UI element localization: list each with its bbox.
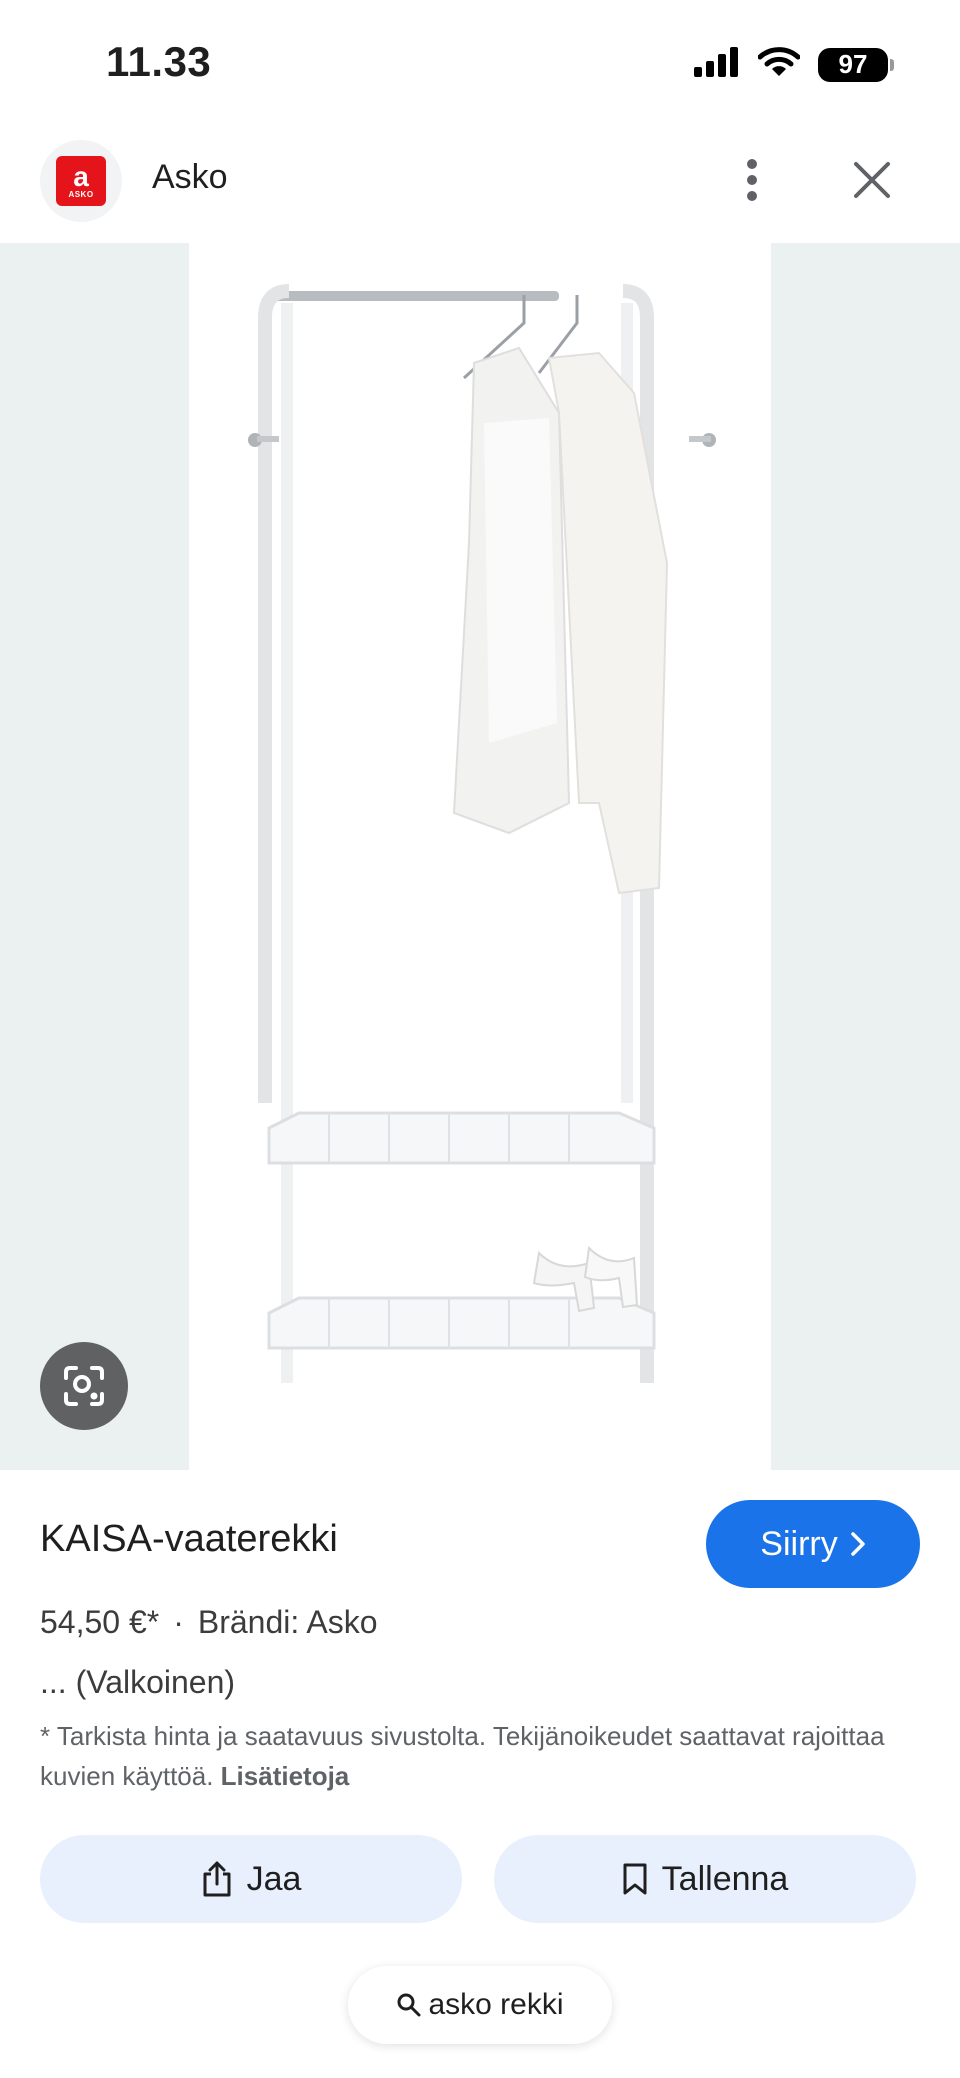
product-title: KAISA-vaaterekki (40, 1518, 338, 1560)
logo-glyph: a (73, 160, 89, 192)
clothes-rack-illustration (248, 284, 716, 1383)
source-name[interactable]: Asko (152, 158, 228, 197)
bookmark-icon (623, 1863, 647, 1895)
product-meta: 54,50 €* · Brändi: Asko (40, 1604, 378, 1641)
share-label: Jaa (246, 1859, 302, 1898)
product-variant: ... (Valkoinen) (40, 1664, 236, 1700)
status-time: 11.33 (106, 38, 212, 85)
meta-separator: · (173, 1604, 184, 1640)
close-button[interactable] (844, 150, 900, 210)
lens-search-button[interactable] (40, 1342, 128, 1430)
disclaimer-text: * Tarkista hinta ja saatavuus sivustolta… (40, 1721, 885, 1791)
product-image (189, 243, 771, 1470)
chevron-right-icon (850, 1532, 865, 1556)
more-vertical-icon (747, 159, 757, 201)
status-icons: 97 (694, 46, 894, 83)
battery-level: 97 (818, 47, 888, 82)
product-price: 54,50 €* (40, 1604, 160, 1640)
asko-logo-icon: a ASKO (56, 156, 106, 206)
price-disclaimer: * Tarkista hinta ja saatavuus sivustolta… (40, 1716, 920, 1796)
more-options-button[interactable] (730, 150, 774, 210)
logo-word: ASKO (68, 189, 94, 199)
lens-icon (64, 1366, 104, 1406)
source-logo[interactable]: a ASKO (40, 140, 122, 222)
product-brand: Brändi: Asko (197, 1604, 378, 1640)
battery-icon: 97 (818, 47, 894, 82)
wifi-icon (757, 46, 801, 83)
status-bar: 11.33 97 (0, 0, 960, 120)
cellular-signal-icon (694, 47, 740, 82)
more-info-link[interactable]: Lisätietoja (221, 1761, 350, 1791)
visit-button[interactable]: Siirry (706, 1500, 920, 1588)
close-icon (854, 162, 890, 198)
visit-button-label: Siirry (760, 1524, 838, 1563)
source-header: a ASKO Asko (0, 130, 960, 230)
product-image-area[interactable] (0, 243, 960, 1470)
share-button[interactable]: Jaa (40, 1835, 462, 1923)
battery-tip (890, 58, 894, 71)
share-icon (203, 1861, 231, 1897)
save-label: Tallenna (661, 1859, 789, 1898)
save-button[interactable]: Tallenna (494, 1835, 916, 1923)
search-icon (397, 1993, 421, 2017)
search-query-chip[interactable]: asko rekki (348, 1966, 612, 2044)
search-query-text: asko rekki (428, 1988, 564, 2021)
